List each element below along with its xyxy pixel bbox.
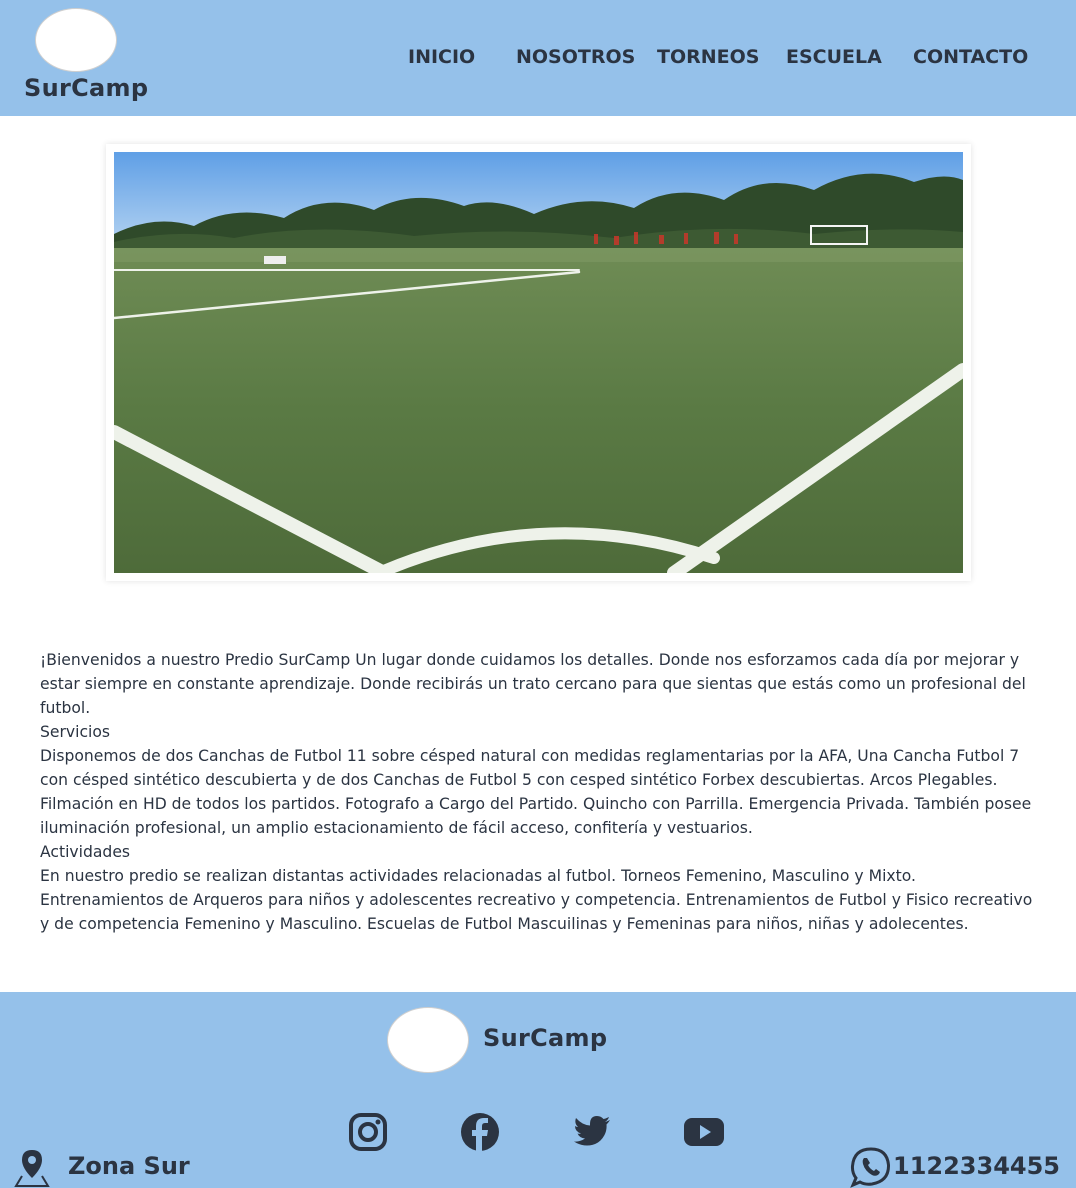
nav-torneos[interactable]: TORNEOS [657, 46, 759, 68]
location-text: Zona Sur [68, 1152, 190, 1180]
nav-nosotros[interactable]: NOSOTROS [516, 46, 635, 68]
services-heading: Servicios [40, 723, 111, 741]
facebook-icon[interactable] [460, 1112, 500, 1152]
nav-escuela[interactable]: ESCUELA [786, 46, 882, 68]
nav-contacto[interactable]: CONTACTO [913, 46, 1028, 68]
map-pin-icon [14, 1150, 50, 1187]
hero-image [114, 152, 963, 573]
main-nav: INICIO NOSOTROS TORNEOS ESCUELA CONTACTO [0, 46, 1076, 70]
nav-inicio[interactable]: INICIO [408, 46, 475, 68]
whatsapp-icon[interactable] [850, 1146, 892, 1188]
instagram-icon[interactable] [348, 1112, 388, 1152]
welcome-text: ¡Bienvenidos a nuestro Predio SurCamp Un… [40, 651, 1026, 717]
youtube-icon[interactable] [684, 1112, 724, 1152]
phone-number[interactable]: 1122334455 [893, 1152, 1060, 1180]
logo-text[interactable]: SurCamp [24, 74, 148, 102]
activities-text: En nuestro predio se realizan distantas … [40, 867, 1033, 933]
footer-brand[interactable]: SurCamp [483, 1024, 607, 1052]
soccer-field-photo [114, 152, 963, 573]
site-footer: SurCamp Zona Sur 1122334455 [0, 992, 1076, 1188]
activities-heading: Actividades [40, 843, 131, 861]
footer-logo-image[interactable] [387, 1007, 469, 1073]
site-header: SurCamp INICIO NOSOTROS TORNEOS ESCUELA … [0, 0, 1076, 116]
services-text: Disponemos de dos Canchas de Futbol 11 s… [40, 747, 1032, 837]
welcome-content: ¡Bienvenidos a nuestro Predio SurCamp Un… [40, 648, 1040, 936]
twitter-icon[interactable] [572, 1112, 612, 1152]
